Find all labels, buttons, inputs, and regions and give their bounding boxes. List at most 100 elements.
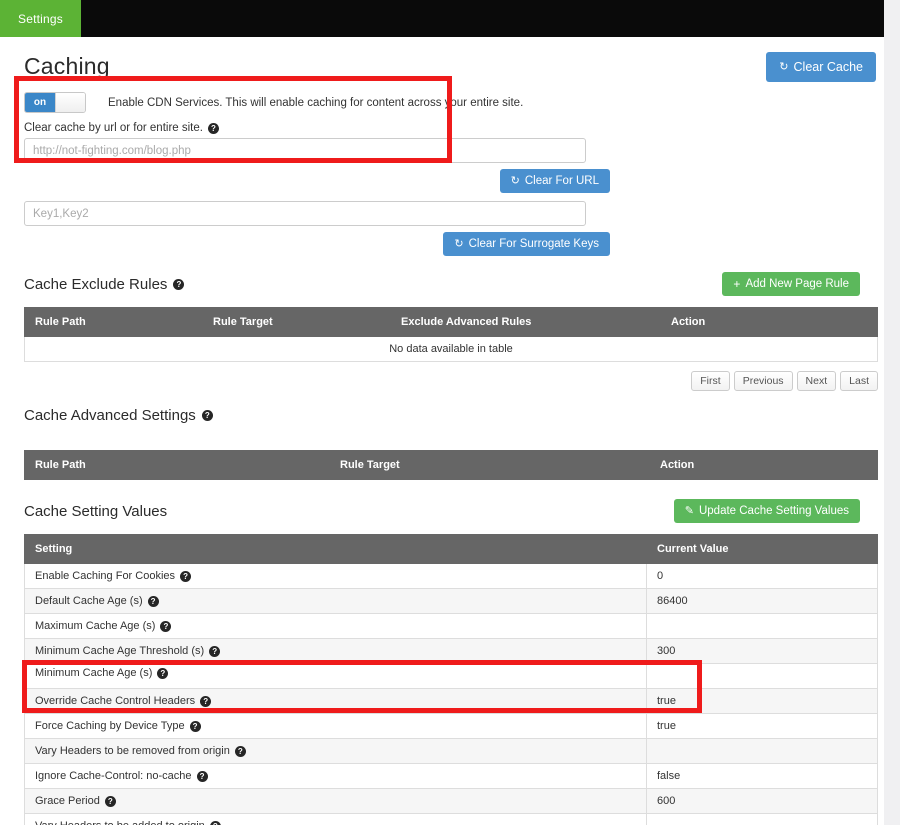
cdn-enable-toggle[interactable]: on [24, 92, 86, 113]
table-row[interactable]: Minimum Cache Age (s)? [24, 663, 878, 689]
no-data-message: No data available in table [24, 336, 878, 362]
clear-for-surrogate-row: ↻ Clear For Surrogate Keys [24, 232, 610, 256]
setting-value [646, 663, 878, 689]
table-header-row: Rule Path Rule Target Action [24, 450, 878, 480]
help-icon[interactable]: ? [104, 795, 116, 807]
clear-for-surrogate-keys-label: Clear For Surrogate Keys [468, 238, 599, 250]
table-row[interactable]: Ignore Cache-Control: no-cache? false [24, 763, 878, 789]
help-icon[interactable]: ? [147, 595, 159, 607]
setting-label: Vary Headers to be added to origin [35, 820, 205, 825]
setting-label: Vary Headers to be removed from origin [35, 745, 230, 757]
setting-value: true [646, 688, 878, 714]
table-header-row: Setting Current Value [24, 534, 878, 564]
setting-label: Ignore Cache-Control: no-cache [35, 770, 192, 782]
surrogate-keys-input[interactable] [24, 201, 586, 226]
plus-icon: + [733, 277, 741, 291]
setting-value [646, 813, 878, 825]
setting-label: Grace Period [35, 795, 100, 807]
clear-for-url-label: Clear For URL [524, 175, 599, 187]
clear-for-url-row: ↻ Clear For URL [24, 169, 610, 193]
cache-exclude-rules-table: Rule Path Rule Target Exclude Advanced R… [24, 307, 878, 362]
setting-label: Minimum Cache Age Threshold (s) [35, 645, 205, 657]
clear-cache-url-label: Clear cache by url or for entire site. ? [24, 122, 860, 134]
table-row[interactable]: Maximum Cache Age (s)? [24, 613, 878, 639]
help-icon[interactable]: ? [209, 645, 221, 657]
help-icon[interactable]: ? [180, 570, 192, 582]
cdn-toggle-row: on Enable CDN Services. This will enable… [24, 92, 860, 113]
column-action[interactable]: Action [660, 307, 878, 337]
help-icon[interactable]: ? [189, 720, 201, 732]
setting-label: Force Caching by Device Type [35, 720, 185, 732]
column-current-value[interactable]: Current Value [646, 534, 878, 564]
tab-settings[interactable]: Settings [0, 0, 81, 37]
table-header-row: Rule Path Rule Target Exclude Advanced R… [24, 307, 878, 337]
help-icon[interactable]: ? [234, 745, 246, 757]
refresh-icon: ↻ [510, 174, 520, 187]
app-root: Settings Caching on Enable CDN Services.… [0, 0, 900, 825]
cache-advanced-settings-title: Cache Advanced Settings ? [24, 407, 213, 424]
refresh-icon: ↻ [454, 237, 464, 250]
cache-setting-values-table: Setting Current Value Enable Caching For… [24, 534, 878, 825]
cache-setting-values-title-text: Cache Setting Values [24, 502, 168, 520]
help-icon[interactable]: ? [209, 820, 221, 825]
cache-setting-values-title: Cache Setting Values [24, 503, 167, 520]
table-row[interactable]: Vary Headers to be added to origin? [24, 813, 878, 825]
column-rule-path[interactable]: Rule Path [24, 450, 330, 480]
setting-label: Override Cache Control Headers [35, 695, 196, 707]
help-icon[interactable]: ? [196, 770, 208, 782]
table-row[interactable]: Grace Period? 600 [24, 788, 878, 814]
table-row[interactable]: Vary Headers to be removed from origin? [24, 738, 878, 764]
table-row[interactable]: Enable Caching For Cookies? 0 [24, 563, 878, 589]
column-rule-target[interactable]: Rule Target [329, 450, 650, 480]
table-row[interactable]: Override Cache Control Headers? true [24, 688, 878, 714]
help-icon[interactable]: ? [173, 278, 185, 290]
column-exclude-advanced-rules[interactable]: Exclude Advanced Rules [390, 307, 661, 337]
column-action[interactable]: Action [649, 450, 878, 480]
setting-label: Maximum Cache Age (s) [35, 620, 156, 632]
table-row[interactable]: Force Caching by Device Type? true [24, 713, 878, 739]
help-icon[interactable]: ? [200, 695, 212, 707]
help-icon[interactable]: ? [207, 122, 219, 134]
cache-advanced-settings-header: Cache Advanced Settings ? [24, 407, 860, 424]
main-content: Caching on Enable CDN Services. This wil… [0, 37, 884, 825]
clear-for-url-button[interactable]: ↻ Clear For URL [499, 169, 610, 193]
clear-cache-url-label-text: Clear cache by url or for entire site. [24, 122, 203, 134]
help-icon[interactable]: ? [201, 410, 213, 421]
setting-value: true [646, 713, 878, 739]
cdn-toggle-description: Enable CDN Services. This will enable ca… [108, 96, 524, 109]
setting-value: 0 [646, 563, 878, 589]
setting-value: 300 [646, 638, 878, 664]
column-setting[interactable]: Setting [24, 534, 647, 564]
update-cache-setting-values-label: Update Cache Setting Values [698, 505, 849, 517]
clear-cache-button[interactable]: ↻ Clear Cache [766, 52, 876, 82]
add-new-page-rule-button[interactable]: + Add New Page Rule [722, 272, 860, 296]
refresh-icon: ↻ [779, 60, 789, 73]
navbar-spacer [81, 0, 884, 37]
setting-label: Minimum Cache Age (s) [35, 667, 153, 679]
pagination-last-button[interactable]: Last [840, 371, 878, 391]
cache-exclude-rules-title-text: Cache Exclude Rules [24, 275, 168, 293]
cache-exclude-rules-header: Cache Exclude Rules ? + Add New Page Rul… [24, 272, 860, 296]
top-navbar: Settings [0, 0, 884, 37]
setting-value: false [646, 763, 878, 789]
column-rule-target[interactable]: Rule Target [202, 307, 391, 337]
help-icon[interactable]: ? [160, 620, 172, 632]
pagination-first-button[interactable]: First [691, 371, 730, 391]
setting-value: 86400 [646, 588, 878, 614]
cache-advanced-settings-table: Rule Path Rule Target Action [24, 450, 878, 480]
setting-label: Enable Caching For Cookies [35, 570, 176, 582]
clear-cache-url-input[interactable] [24, 138, 586, 163]
cache-setting-values-header: Cache Setting Values ✎ Update Cache Sett… [24, 499, 860, 523]
pagination-previous-button[interactable]: Previous [733, 371, 793, 391]
pagination-next-button[interactable]: Next [796, 371, 837, 391]
help-icon[interactable]: ? [157, 667, 169, 679]
toggle-knob[interactable] [54, 93, 85, 112]
setting-label: Default Cache Age (s) [35, 595, 143, 607]
column-rule-path[interactable]: Rule Path [24, 307, 203, 337]
clear-for-surrogate-keys-button[interactable]: ↻ Clear For Surrogate Keys [443, 232, 610, 256]
page-title: Caching [24, 53, 110, 79]
update-cache-setting-values-button[interactable]: ✎ Update Cache Setting Values [673, 499, 860, 523]
table-row[interactable]: Minimum Cache Age Threshold (s)? 300 [24, 638, 878, 664]
table-row[interactable]: Default Cache Age (s)? 86400 [24, 588, 878, 614]
setting-value [646, 738, 878, 764]
